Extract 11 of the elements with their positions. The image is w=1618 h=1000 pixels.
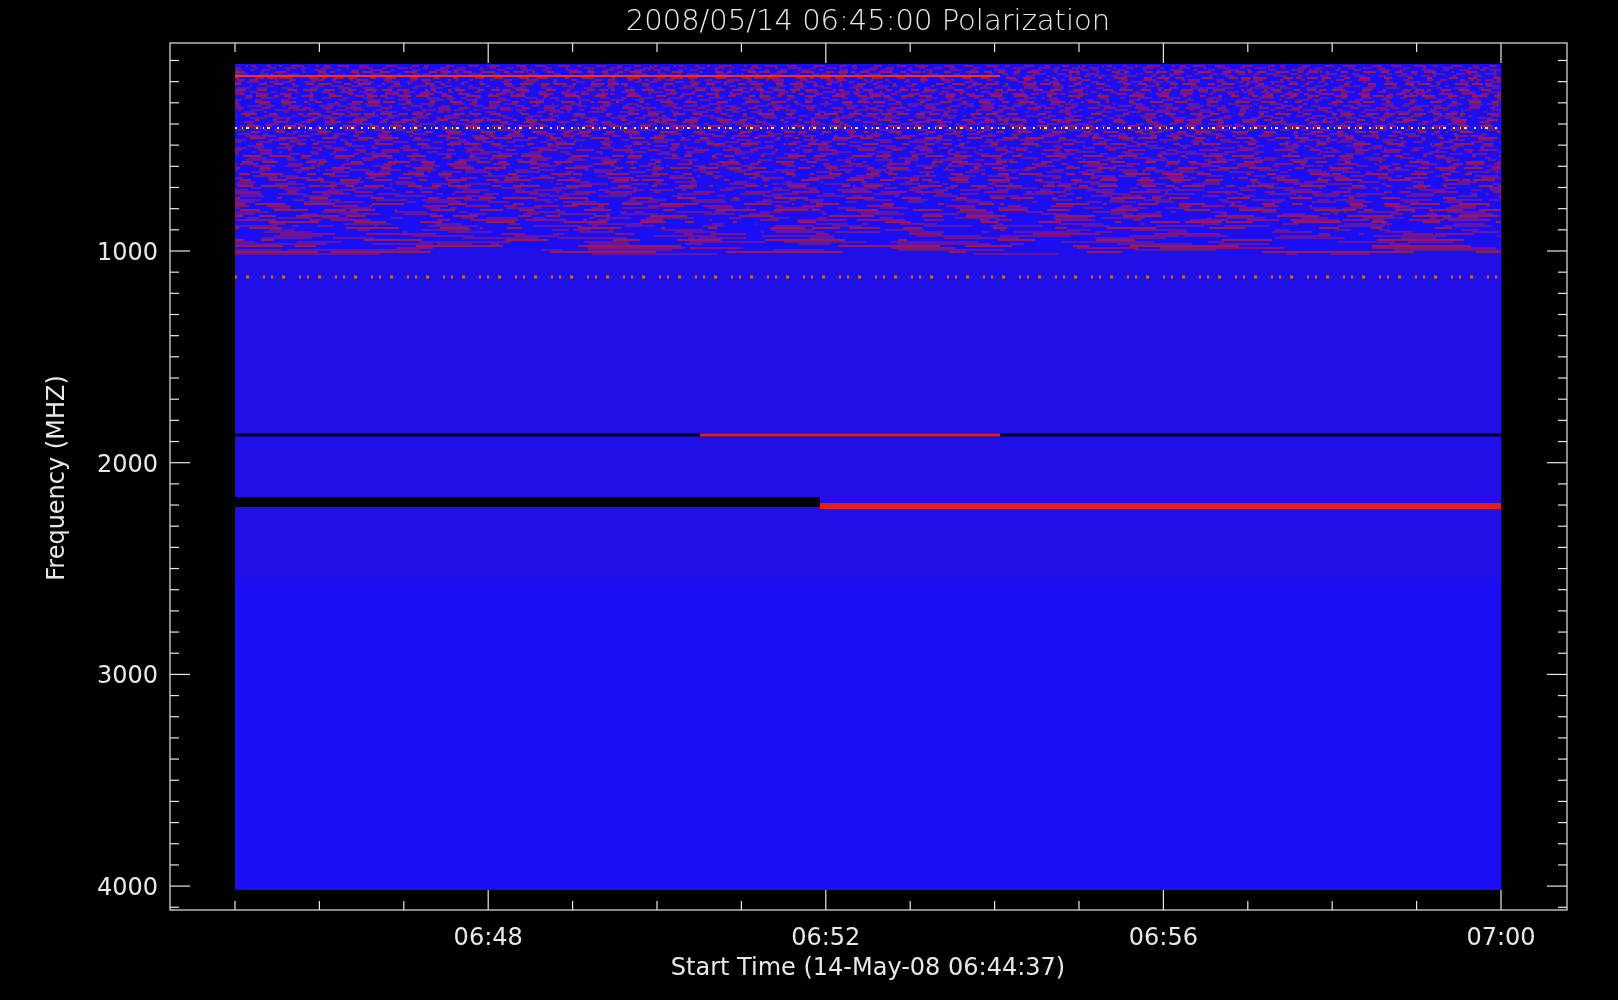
axis-tick-label: 07:00 [1466, 923, 1536, 951]
axis-tick-label: 3000 [96, 661, 158, 690]
axis-tick-label: 06:48 [453, 923, 523, 951]
axis-tick-label: 4000 [96, 873, 158, 902]
axis-title: Frequency (MHZ) [42, 375, 70, 581]
plot-title: 2008/05/14 06:45:00 Polarization [625, 3, 1111, 37]
axis-title: Start Time (14-May-08 06:44:37) [670, 953, 1066, 981]
axis-tick-label: 1000 [96, 238, 158, 266]
axis-tick-label: 06:52 [791, 923, 861, 951]
axis-tick-label: 2000 [96, 449, 158, 478]
axis-tick-label: 06:56 [1128, 923, 1198, 951]
